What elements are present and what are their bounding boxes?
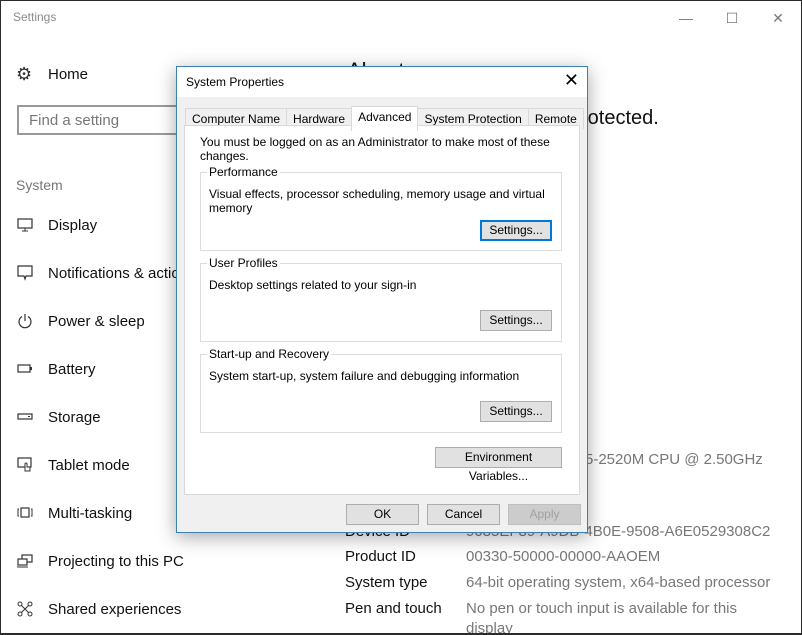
dialog-close-icon[interactable]: ✕ (564, 70, 579, 91)
startup-recovery-group: Start-up and Recovery System start-up, s… (200, 347, 562, 433)
spec-value: 00330-50000-00000-AAOEM (466, 548, 661, 565)
group-description: Visual effects, processor scheduling, me… (209, 187, 545, 215)
minimize-button[interactable]: — (663, 5, 709, 31)
group-description: System start-up, system failure and debu… (209, 369, 520, 383)
performance-group: Performance Visual effects, processor sc… (200, 165, 562, 251)
battery-icon (16, 361, 34, 377)
cancel-button[interactable]: Cancel (427, 504, 500, 525)
gear-icon: ⚙ (16, 64, 33, 84)
sidebar-item-projecting[interactable]: Projecting to this PC (16, 549, 184, 573)
advanced-panel: You must be logged on as an Administrato… (184, 125, 580, 495)
power-icon (16, 313, 34, 329)
processor-value: 5-2520M CPU @ 2.50GHz (585, 451, 763, 468)
protected-text: rotected. (581, 107, 659, 129)
storage-icon (16, 409, 34, 425)
sidebar-item-label: Storage (48, 408, 101, 426)
shared-experiences-icon (16, 601, 34, 617)
user-profiles-settings-button[interactable]: Settings... (480, 310, 552, 331)
group-legend: User Profiles (207, 256, 280, 270)
group-description: Desktop settings related to your sign-in (209, 278, 417, 292)
spec-value: No pen or touch input is available for t… (466, 600, 737, 617)
spec-value-continued: display (466, 620, 513, 633)
spec-key: Pen and touch (345, 600, 442, 617)
maximize-button[interactable]: ☐ (709, 5, 755, 31)
tablet-mode-icon (16, 457, 34, 473)
environment-variables-button[interactable]: Environment Variables... (435, 447, 562, 483)
group-legend: Start-up and Recovery (207, 347, 332, 361)
home-label: Home (48, 66, 89, 83)
notifications-icon (16, 265, 34, 281)
performance-settings-button[interactable]: Settings... (480, 220, 552, 241)
spec-key: System type (345, 574, 428, 591)
sidebar-item-shared-experiences[interactable]: Shared experiences (16, 597, 181, 621)
sidebar-item-storage[interactable]: Storage (16, 405, 101, 429)
ok-button[interactable]: OK (346, 504, 419, 525)
sidebar-item-power[interactable]: Power & sleep (16, 309, 145, 333)
group-legend: Performance (207, 165, 280, 179)
sidebar-item-label: Projecting to this PC (48, 552, 184, 570)
user-profiles-group: User Profiles Desktop settings related t… (200, 256, 562, 342)
sidebar-item-notifications[interactable]: Notifications & actions (16, 261, 196, 285)
sidebar-item-label: Power & sleep (48, 312, 145, 330)
sidebar-item-tablet-mode[interactable]: Tablet mode (16, 453, 130, 477)
sidebar-home[interactable]: ⚙ Home (16, 64, 88, 85)
sidebar-item-label: Multi-tasking (48, 504, 133, 522)
sidebar-item-label: Notifications & actions (48, 264, 196, 282)
startup-recovery-settings-button[interactable]: Settings... (480, 401, 552, 422)
system-properties-dialog: System Properties ✕ Computer Name Hardwa… (176, 66, 588, 533)
dialog-title: System Properties (186, 75, 285, 89)
sidebar-item-label: Shared experiences (48, 600, 182, 618)
spec-value: 64-bit operating system, x64-based proce… (466, 574, 771, 591)
admin-note: You must be logged on as an Administrato… (200, 135, 550, 163)
sidebar-group-label: System (16, 177, 63, 193)
spec-key: Product ID (345, 548, 416, 565)
window-title: Settings (13, 10, 57, 24)
display-icon (16, 217, 34, 233)
sidebar-item-display[interactable]: Display (16, 213, 97, 237)
tab-advanced[interactable]: Advanced (351, 106, 419, 131)
close-button[interactable]: ✕ (755, 5, 801, 31)
apply-button[interactable]: Apply (508, 504, 581, 525)
projecting-icon (16, 553, 34, 569)
sidebar-item-multitasking[interactable]: Multi-tasking (16, 501, 132, 525)
dialog-titlebar[interactable]: System Properties ✕ (177, 67, 587, 97)
sidebar-item-label: Display (48, 216, 98, 234)
sidebar-item-label: Tablet mode (48, 456, 130, 474)
sidebar-item-label: Battery (48, 360, 96, 378)
multitasking-icon (16, 505, 34, 521)
sidebar-item-battery[interactable]: Battery (16, 357, 96, 381)
